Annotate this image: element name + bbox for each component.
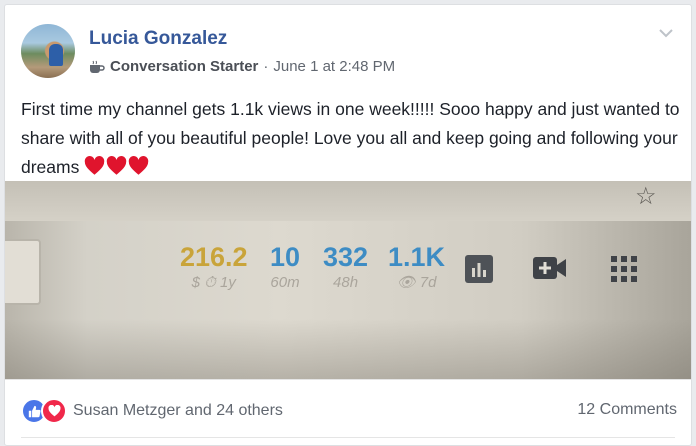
stat-48h: 332 48h [323, 242, 369, 291]
reaction-names[interactable]: Susan Metzger and 24 others [73, 402, 283, 420]
timestamp[interactable]: June 1 at 2:48 PM [273, 58, 395, 75]
chevron-down-icon[interactable] [658, 27, 674, 39]
reactions-summary[interactable]: Susan Metzger and 24 others [21, 398, 283, 424]
heart-icon [128, 156, 149, 175]
star-icon: ☆ [635, 183, 657, 210]
apps-grid-icon [611, 256, 637, 282]
group-name[interactable]: Conversation Starter [110, 58, 258, 75]
post-card: Lucia Gonzalez Conversation Starter · Ju… [4, 4, 692, 446]
meta-separator: · [263, 58, 269, 75]
avatar[interactable] [21, 24, 75, 78]
post-meta: Conversation Starter · June 1 at 2:48 PM [89, 58, 395, 75]
post-text: First time my channel gets 1.1k views in… [21, 95, 681, 182]
heart-icon [106, 156, 127, 175]
stat-60m: 10 60m [270, 242, 301, 291]
author-name[interactable]: Lucia Gonzalez [89, 28, 227, 50]
photo-side-panel [5, 239, 41, 305]
video-add-icon [533, 257, 566, 279]
stat-7d: 1.1K 👁 7d [388, 242, 446, 291]
comments-count[interactable]: 12 Comments [577, 401, 677, 419]
bar-chart-icon [465, 255, 493, 283]
heart-icon [84, 156, 105, 175]
heart-emojis [84, 156, 149, 176]
stat-earnings: 216.2 $ ⏱ 1y [180, 242, 248, 291]
coffee-cup-icon [90, 60, 105, 73]
love-reaction-icon [41, 398, 67, 424]
post-photo[interactable]: ☆ 216.2 $ ⏱ 1y 10 60m 332 48h 1.1K 👁 7d [5, 181, 691, 379]
post-footer: Susan Metzger and 24 others 12 Comments [5, 379, 691, 437]
footer-divider [21, 437, 675, 438]
